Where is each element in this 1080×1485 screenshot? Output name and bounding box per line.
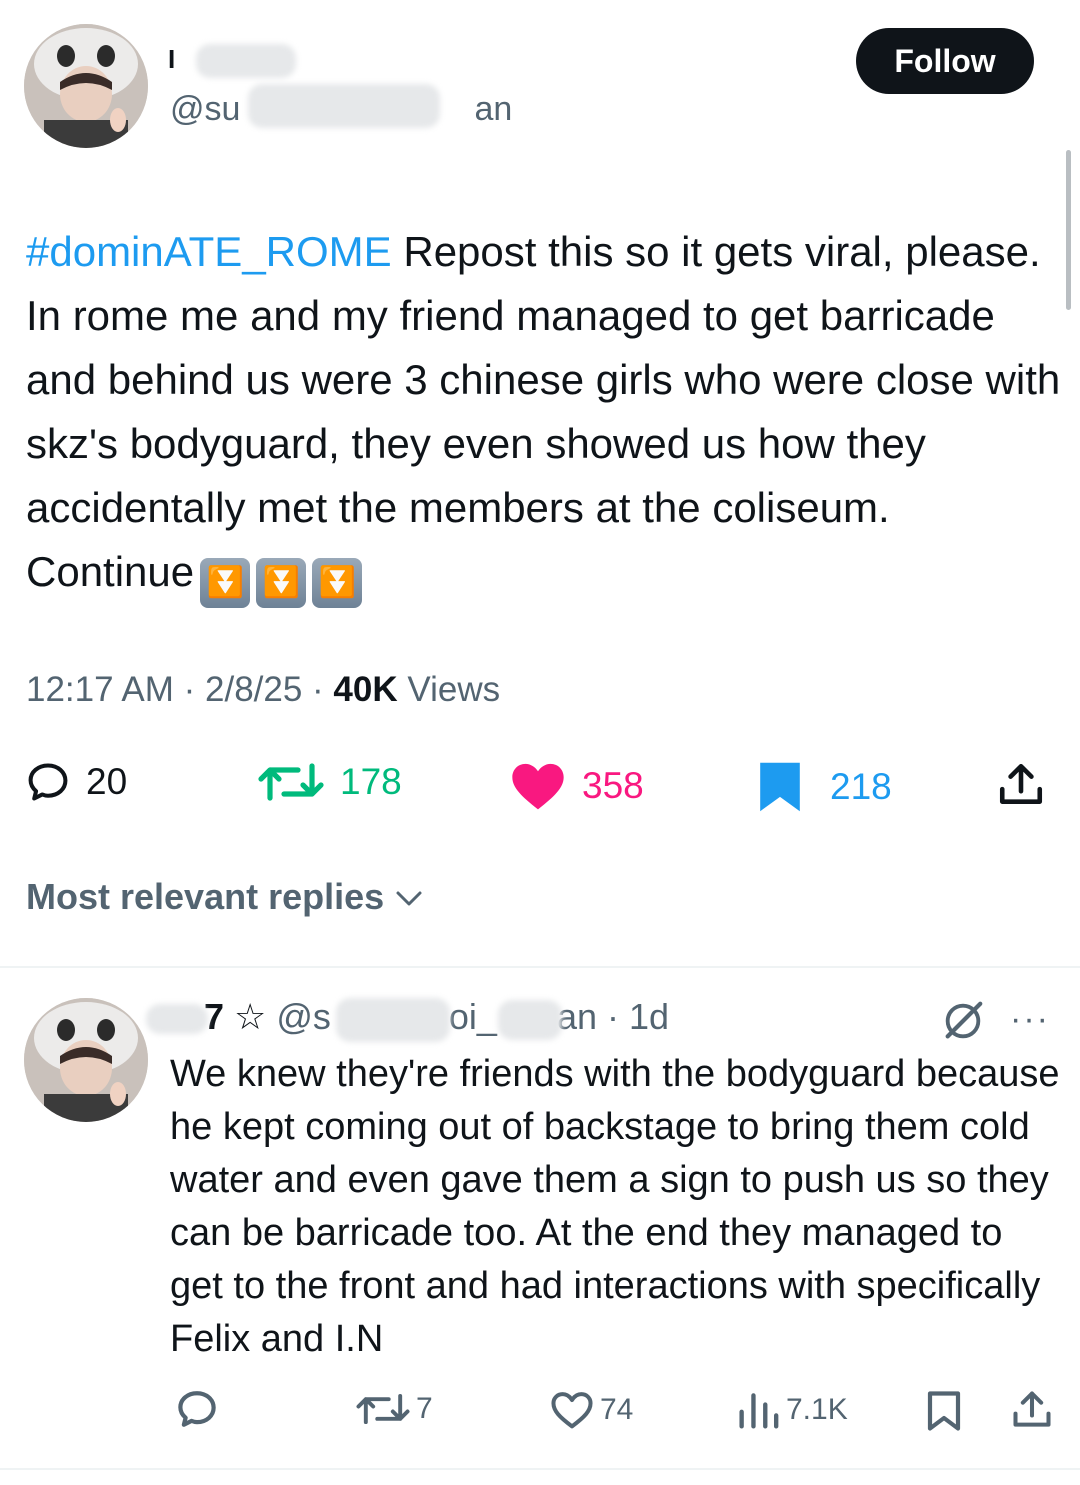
redacted-name	[196, 44, 296, 78]
reply-like-count: 74	[600, 1393, 634, 1426]
author-name[interactable]: I	[168, 44, 176, 75]
grok-icon[interactable]	[940, 998, 986, 1049]
star-icon: ☆	[234, 996, 267, 1037]
author-name-text: I	[168, 44, 177, 74]
reply-text: We knew they're friends with the bodygua…	[170, 1053, 1060, 1360]
reply-share-action[interactable]	[1010, 1388, 1054, 1437]
reply-reply-action[interactable]	[176, 1388, 224, 1430]
hashtag-link[interactable]: #dominATE_ROME	[26, 228, 392, 275]
reply-icon	[178, 1391, 216, 1427]
repost-action[interactable]: 178	[258, 760, 402, 804]
reply-action[interactable]: 20	[26, 760, 127, 804]
like-count: 358	[582, 765, 644, 806]
bookmark-icon	[760, 762, 800, 812]
reply-views-action[interactable]: 7.1K	[736, 1390, 848, 1430]
views-label: Views	[407, 670, 501, 709]
redacted-reply-name	[146, 1004, 208, 1034]
more-options-icon[interactable]: ···	[1010, 1000, 1050, 1039]
bottom-divider	[0, 1468, 1080, 1470]
share-icon	[1013, 1391, 1051, 1427]
share-action[interactable]	[996, 760, 1046, 815]
follow-button[interactable]: Follow	[856, 28, 1034, 94]
repost-icon	[356, 1393, 410, 1425]
views-count: 40K	[333, 670, 398, 709]
reply-bookmark-action[interactable]	[926, 1390, 962, 1437]
like-action[interactable]: 358	[510, 760, 644, 812]
handle-end: an	[474, 90, 513, 128]
redacted-reply-handle	[336, 998, 450, 1042]
reply-repost-action[interactable]: 7	[356, 1390, 433, 1428]
double-down-arrow-icon: ⏬	[312, 558, 363, 608]
reply-handle-mid: oi_	[448, 996, 497, 1037]
author-avatar[interactable]	[24, 24, 148, 148]
reply-like-action[interactable]: 74	[550, 1390, 633, 1430]
heart-icon	[551, 1392, 593, 1429]
replies-sort-label: Most relevant replies	[26, 876, 385, 917]
redacted-handle	[248, 84, 440, 128]
views-chart-icon	[739, 1393, 779, 1429]
scrollbar[interactable]	[1066, 150, 1071, 310]
chevron-down-icon	[396, 891, 422, 906]
share-icon	[999, 763, 1043, 804]
bookmark-count: 218	[830, 766, 892, 807]
tweet-body: Repost this so it gets viral, please. In…	[26, 228, 1061, 595]
handle-start: @su	[170, 90, 241, 128]
reply-repost-count: 7	[416, 1392, 433, 1425]
double-down-arrow-icon: ⏬	[200, 558, 251, 608]
reply-time[interactable]: · 1d	[607, 996, 669, 1037]
tweet-date[interactable]: 2/8/25	[205, 670, 302, 709]
heart-icon	[512, 763, 564, 810]
repost-icon	[258, 763, 324, 801]
reply-icon	[28, 763, 68, 801]
reply-avatar[interactable]	[24, 998, 148, 1122]
reply-handle-start: @s	[276, 996, 331, 1037]
reply-handle-end: an	[556, 996, 597, 1037]
tweet-text: #dominATE_ROME Repost this so it gets vi…	[26, 220, 1061, 608]
bookmark-action[interactable]: 218	[758, 760, 892, 814]
repost-count: 178	[340, 761, 402, 802]
tweet-meta: 12:17 AM · 2/8/25 · 40K Views	[26, 670, 501, 709]
divider	[0, 966, 1080, 968]
redacted-reply-handle-2	[498, 1000, 562, 1040]
replies-sort-dropdown[interactable]: Most relevant replies	[26, 876, 424, 918]
reply-views-count: 7.1K	[786, 1393, 848, 1426]
double-down-arrow-icon: ⏬	[256, 558, 307, 608]
reply-count: 20	[86, 761, 128, 802]
tweet-time[interactable]: 12:17 AM	[26, 670, 174, 709]
bookmark-icon	[927, 1391, 961, 1431]
